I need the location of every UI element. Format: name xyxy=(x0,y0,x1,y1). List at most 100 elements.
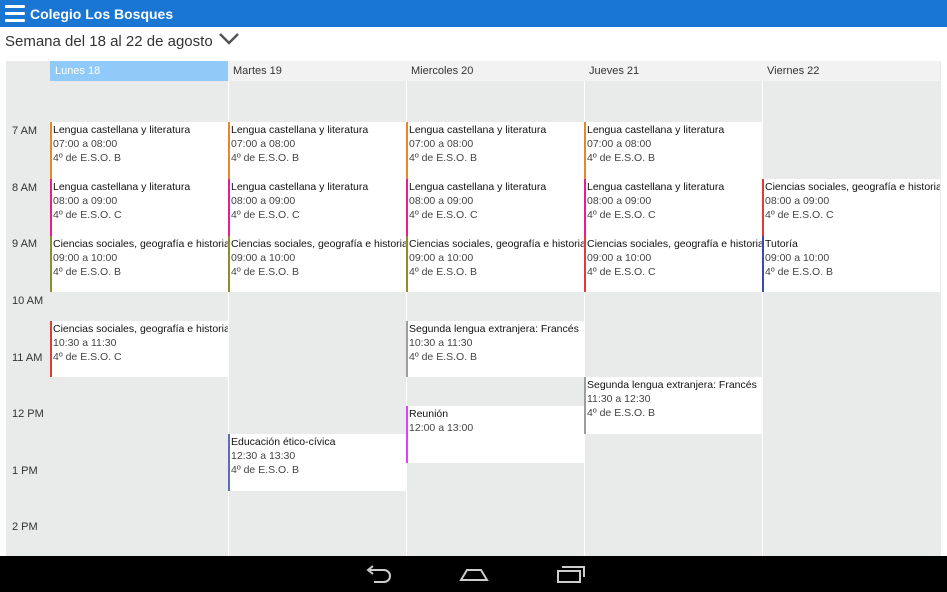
week-selector[interactable]: Semana del 18 al 22 de agosto xyxy=(0,27,260,57)
hour-label: 8 AM xyxy=(12,182,38,194)
hour-label: 1 PM xyxy=(12,465,38,477)
event-title: Lengua castellana y literatura xyxy=(409,180,547,193)
event-title: Lengua castellana y literatura xyxy=(231,180,369,193)
event-time: 10:30 a 11:30 xyxy=(409,336,473,349)
event-group: 4º de E.S.O. C xyxy=(53,350,122,363)
event-title: Ciencias sociales, geografía e historia xyxy=(587,237,762,250)
day-header-label: Jueves 21 xyxy=(589,65,640,77)
event-card[interactable]: Lengua castellana y literatura 08:00 a 09… xyxy=(50,178,228,236)
week-calendar: Lunes 18 Martes 19 Miercoles 20 Jueves 2… xyxy=(6,61,941,556)
event-title: Segunda lengua extranjera: Francés xyxy=(587,379,757,392)
chevron-down-icon[interactable] xyxy=(218,32,240,46)
day-header-jueves[interactable]: Jueves 21 xyxy=(584,61,762,81)
event-title: Lengua castellana y literatura xyxy=(53,124,191,136)
event-time: 07:00 a 08:00 xyxy=(587,138,652,150)
event-group: 4º de E.S.O. B xyxy=(409,152,478,164)
event-card[interactable]: Ciencias sociales, geografía e historia 0… xyxy=(50,235,228,293)
event-title: Lengua castellana y literatura xyxy=(409,124,547,136)
day-header-lunes[interactable]: Lunes 18 xyxy=(50,61,228,81)
event-card[interactable]: Ciencias sociales, geografía e historia 0… xyxy=(762,178,940,236)
day-header-label: Miercoles 20 xyxy=(411,65,474,77)
event-time: 08:00 a 09:00 xyxy=(765,194,830,207)
event-card[interactable]: Ciencias sociales, geografía e historia 0… xyxy=(228,235,406,293)
event-time: 12:30 a 13:30 xyxy=(231,450,296,463)
event-card[interactable]: Lengua castellana y literatura 08:00 a 09… xyxy=(228,178,406,236)
day-header-martes[interactable]: Martes 19 xyxy=(228,61,406,81)
event-time: 10:30 a 11:30 xyxy=(53,336,117,349)
event-title: Lengua castellana y literatura xyxy=(231,124,369,136)
event-time: 12:00 a 13:00 xyxy=(409,421,474,434)
app-bar: Colegio Los Bosques xyxy=(0,0,947,27)
hour-label: 9 AM xyxy=(12,238,38,250)
event-group: 4º de E.S.O. B xyxy=(53,265,122,278)
event-group: 4º de E.S.O. B xyxy=(765,265,834,278)
event-card[interactable]: Lengua castellana y literatura 08:00 a 09… xyxy=(406,178,584,236)
event-title: Lengua castellana y literatura xyxy=(53,180,191,193)
hour-label: 12 PM xyxy=(12,408,44,420)
event-title: Ciencias sociales, geografía e historia xyxy=(53,322,228,335)
event-card[interactable]: Lengua castellana y literatura 07:00 a 08… xyxy=(584,122,762,179)
event-time: 08:00 a 09:00 xyxy=(231,194,296,207)
event-card[interactable]: Lengua castellana y literatura 07:00 a 08… xyxy=(406,122,584,179)
event-group: 4º de E.S.O. B xyxy=(231,152,300,164)
day-column[interactable] xyxy=(762,81,940,556)
day-header-label: Lunes 18 xyxy=(55,65,101,77)
event-group: 4º de E.S.O. B xyxy=(231,464,300,477)
app-title: Colegio Los Bosques xyxy=(30,6,174,22)
event-group: 4º de E.S.O. B xyxy=(409,265,478,278)
event-time: 09:00 a 10:00 xyxy=(231,251,296,264)
event-time: 07:00 a 08:00 xyxy=(53,138,118,150)
home-icon[interactable] xyxy=(458,564,490,584)
event-time: 08:00 a 09:00 xyxy=(587,194,652,207)
event-title: Tutoría xyxy=(765,237,798,250)
event-time: 09:00 a 10:00 xyxy=(53,251,118,264)
event-time: 07:00 a 08:00 xyxy=(409,138,474,150)
event-title: Ciencias sociales, geografía e historia xyxy=(765,180,940,193)
event-time: 07:00 a 08:00 xyxy=(231,138,296,150)
back-icon[interactable] xyxy=(362,564,394,584)
event-time: 09:00 a 10:00 xyxy=(587,251,652,264)
event-group: 4º de E.S.O. C xyxy=(587,208,656,221)
event-group: 4º de E.S.O. C xyxy=(409,208,478,221)
event-group: 4º de E.S.O. B xyxy=(231,265,300,278)
event-time: 08:00 a 09:00 xyxy=(409,194,474,207)
event-card[interactable]: Reunión 12:00 a 13:00 xyxy=(406,405,584,463)
event-title: Ciencias sociales, geografía e historia xyxy=(53,237,228,250)
event-card[interactable]: Segunda lengua extranjera: Francés 10:30 … xyxy=(406,320,584,378)
menu-icon[interactable] xyxy=(5,5,25,22)
hour-label: 2 PM xyxy=(12,521,38,533)
event-time: 11:30 a 12:30 xyxy=(587,393,651,406)
event-group: 4º de E.S.O. B xyxy=(409,350,478,363)
hour-label: 7 AM xyxy=(12,125,38,137)
event-title: Reunión xyxy=(409,407,449,420)
day-header-label: Viernes 22 xyxy=(767,65,820,77)
event-card[interactable]: Tutoría 09:00 a 10:00 4º de E.S.O. B xyxy=(762,235,940,293)
grid-line xyxy=(762,81,763,556)
day-header-viernes[interactable]: Viernes 22 xyxy=(762,61,940,81)
event-group: 4º de E.S.O. B xyxy=(53,152,122,164)
event-title: Lengua castellana y literatura xyxy=(587,180,725,193)
event-title: Lengua castellana y literatura xyxy=(587,124,725,136)
event-group: 4º de E.S.O. C xyxy=(53,208,122,221)
event-card[interactable]: Lengua castellana y literatura 07:00 a 08… xyxy=(228,122,406,179)
event-title: Segunda lengua extranjera: Francés xyxy=(409,322,579,335)
event-time: 08:00 a 09:00 xyxy=(53,194,118,207)
event-group: 4º de E.S.O. B xyxy=(587,152,656,164)
event-card[interactable]: Segunda lengua extranjera: Francés 11:30 … xyxy=(584,377,762,435)
event-group: 4º de E.S.O. C xyxy=(587,265,656,278)
week-label: Semana del 18 al 22 de agosto xyxy=(5,33,213,50)
event-card[interactable]: Lengua castellana y literatura 07:00 a 08… xyxy=(50,122,228,179)
event-group: 4º de E.S.O. C xyxy=(765,208,834,221)
event-card[interactable]: Ciencias sociales, geografía e historia 1… xyxy=(50,320,228,378)
event-card[interactable]: Ciencias sociales, geografía e historia 0… xyxy=(406,235,584,293)
event-group: 4º de E.S.O. B xyxy=(587,407,656,420)
event-group: 4º de E.S.O. C xyxy=(231,208,300,221)
recents-icon[interactable] xyxy=(554,564,586,584)
event-card[interactable]: Educación ético-cívica 12:30 a 13:30 4º de… xyxy=(228,434,406,491)
system-nav-bar xyxy=(0,556,947,592)
event-card[interactable]: Ciencias sociales, geografía e historia 0… xyxy=(584,235,762,293)
hour-label: 10 AM xyxy=(12,295,44,307)
day-header-miercoles[interactable]: Miercoles 20 xyxy=(406,61,584,81)
event-card[interactable]: Lengua castellana y literatura 08:00 a 09… xyxy=(584,178,762,236)
hour-label: 11 AM xyxy=(12,352,43,364)
